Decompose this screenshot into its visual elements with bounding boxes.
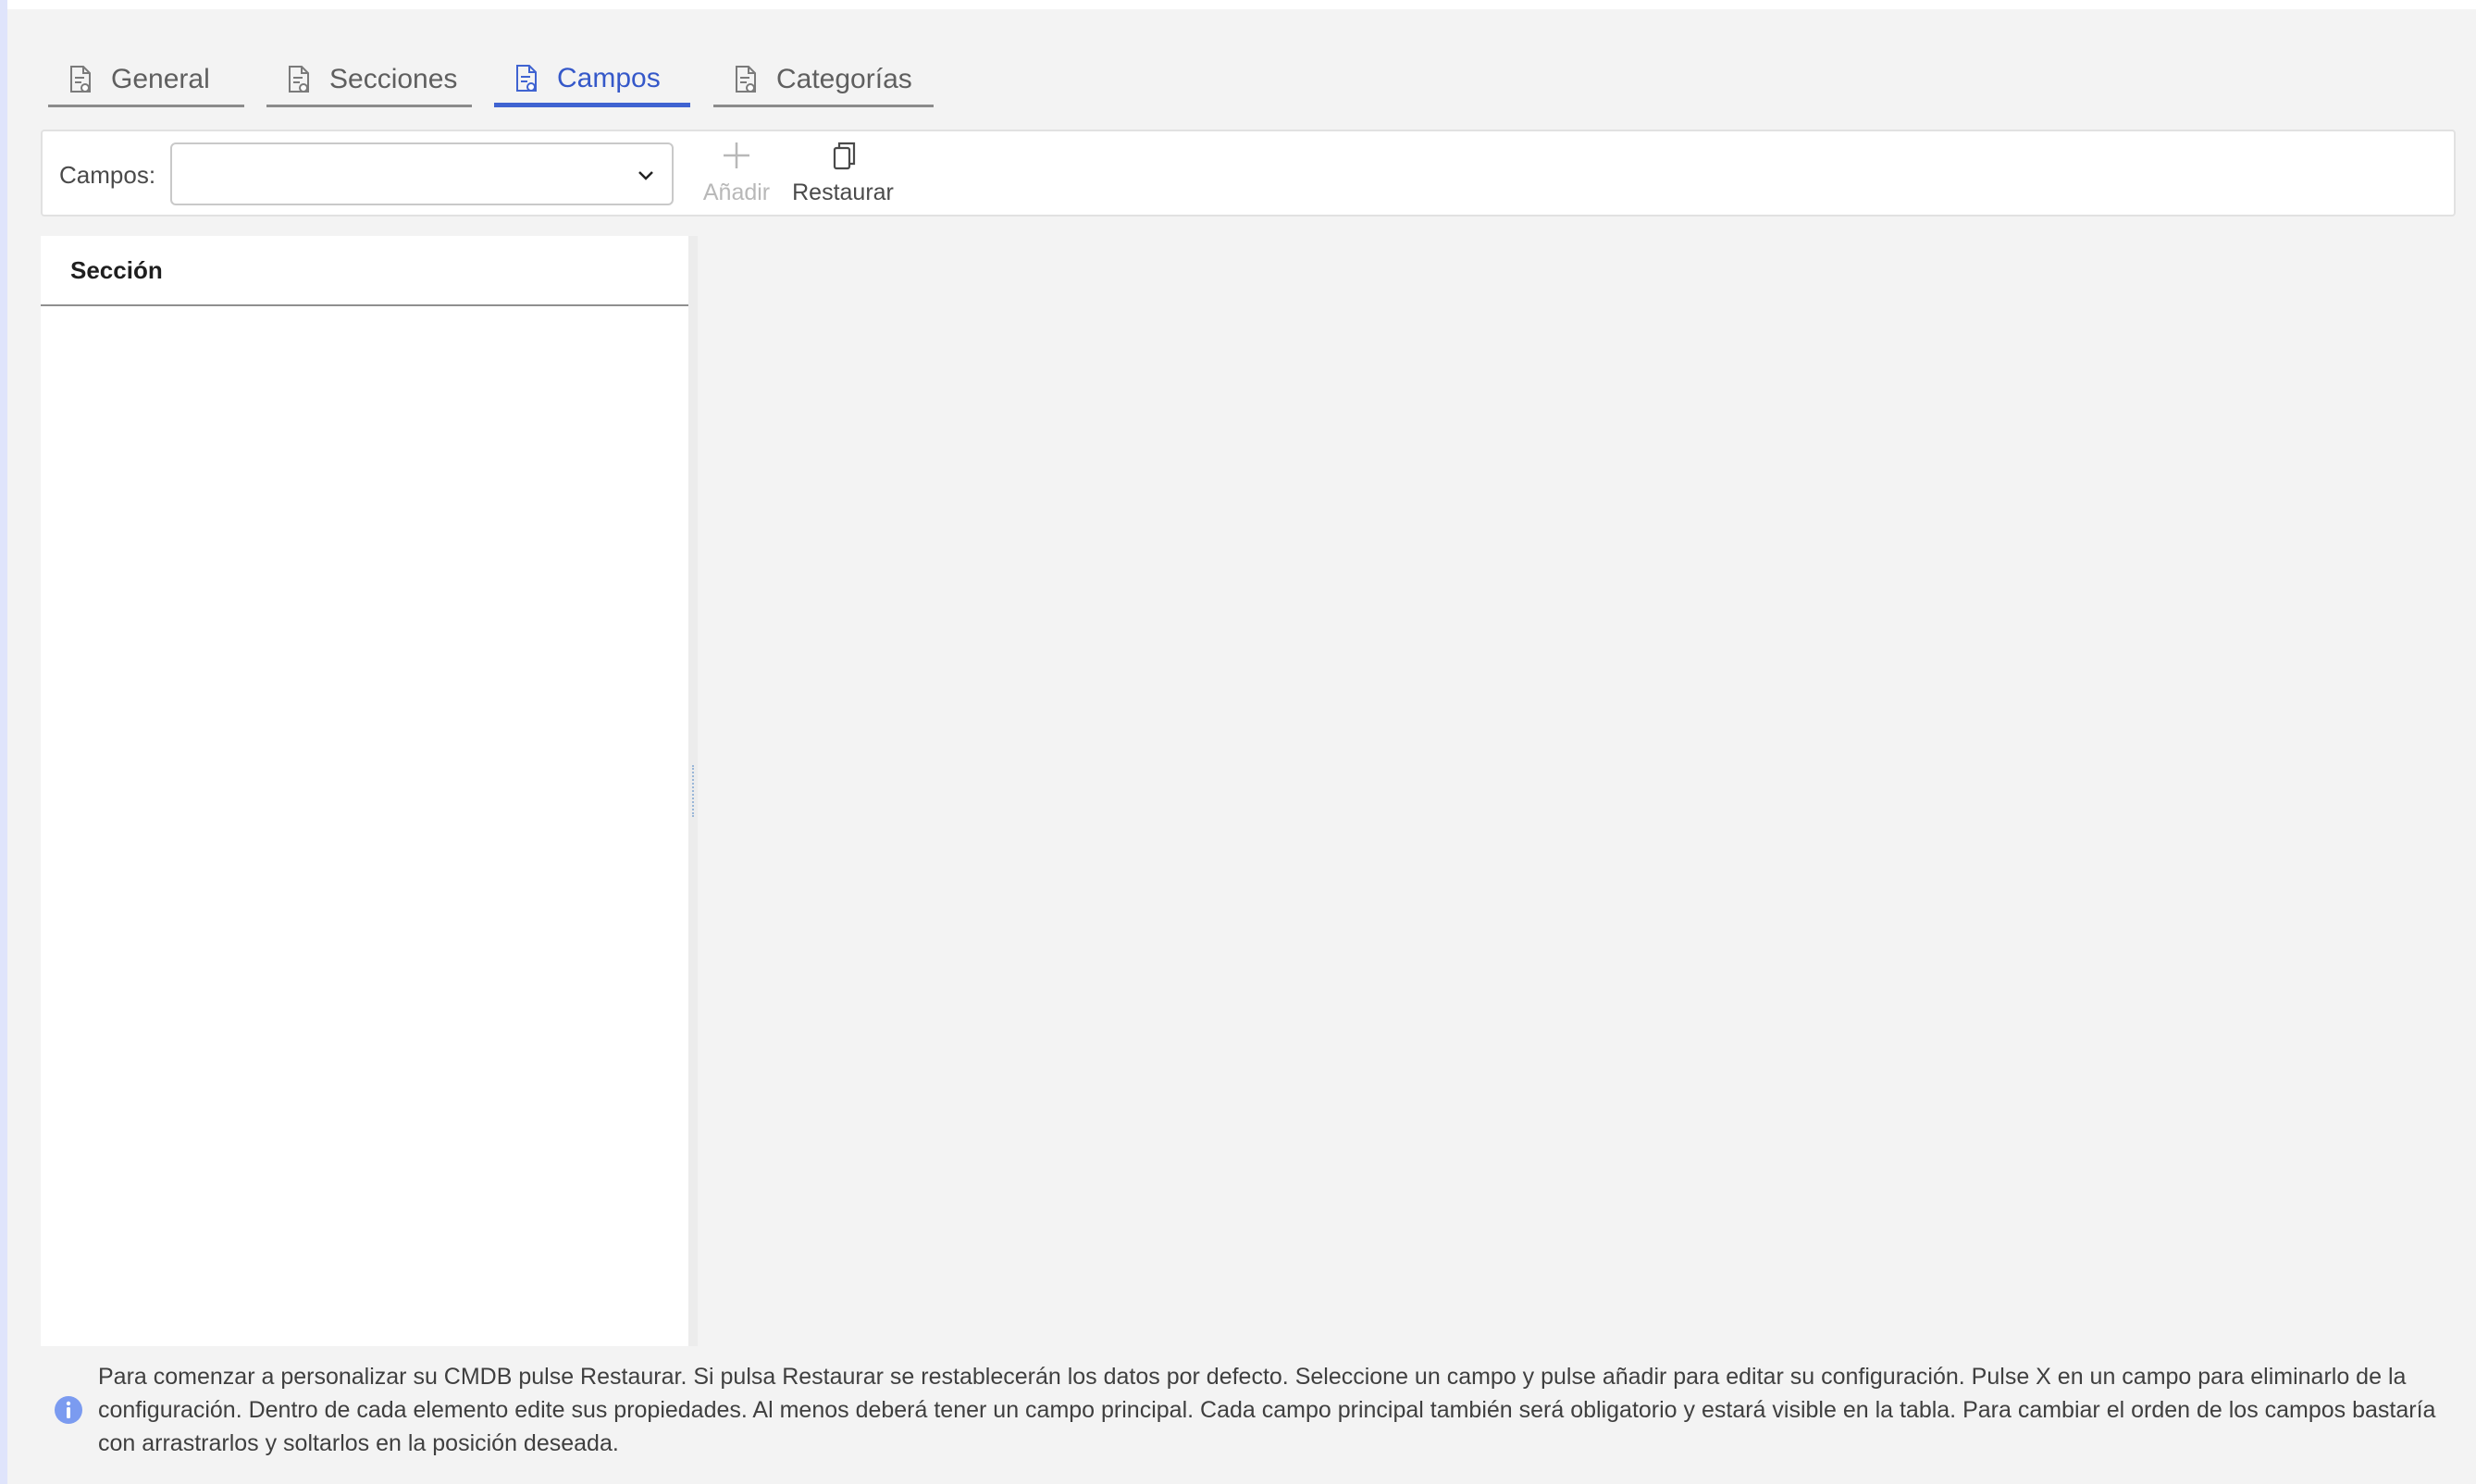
tab-label: Secciones [329, 63, 458, 94]
document-settings-icon [516, 64, 537, 92]
campos-select[interactable] [170, 142, 674, 205]
document-settings-icon [736, 65, 756, 93]
info-icon [55, 1396, 82, 1424]
restore-button[interactable]: Restaurar [746, 139, 940, 213]
tab-general[interactable]: General [48, 54, 244, 107]
chevron-down-icon [638, 171, 653, 180]
panel-splitter[interactable] [688, 236, 698, 1346]
copy-icon [833, 142, 856, 170]
document-settings-icon [70, 65, 91, 93]
document-settings-icon [289, 65, 309, 93]
tab-secciones[interactable]: Secciones [266, 54, 472, 107]
tab-categorias[interactable]: Categorías [713, 54, 934, 107]
splitter-grip[interactable] [692, 765, 694, 817]
tab-label: Campos [557, 62, 661, 93]
info-text: Para comenzar a personalizar su CMDB pul… [98, 1364, 2436, 1456]
fields-toolbar: Campos: Añadir Restaurar [41, 130, 2456, 216]
tab-label: General [111, 63, 210, 94]
section-header: Sección [41, 236, 688, 306]
restore-button-label: Restaurar [792, 179, 894, 205]
top-strip [7, 0, 2476, 9]
tab-label: Categorías [776, 63, 912, 94]
section-panel: Sección [41, 236, 688, 1346]
tab-campos[interactable]: Campos [494, 54, 690, 107]
left-accent-bar [0, 0, 7, 1484]
campos-label: Campos: [59, 161, 156, 189]
